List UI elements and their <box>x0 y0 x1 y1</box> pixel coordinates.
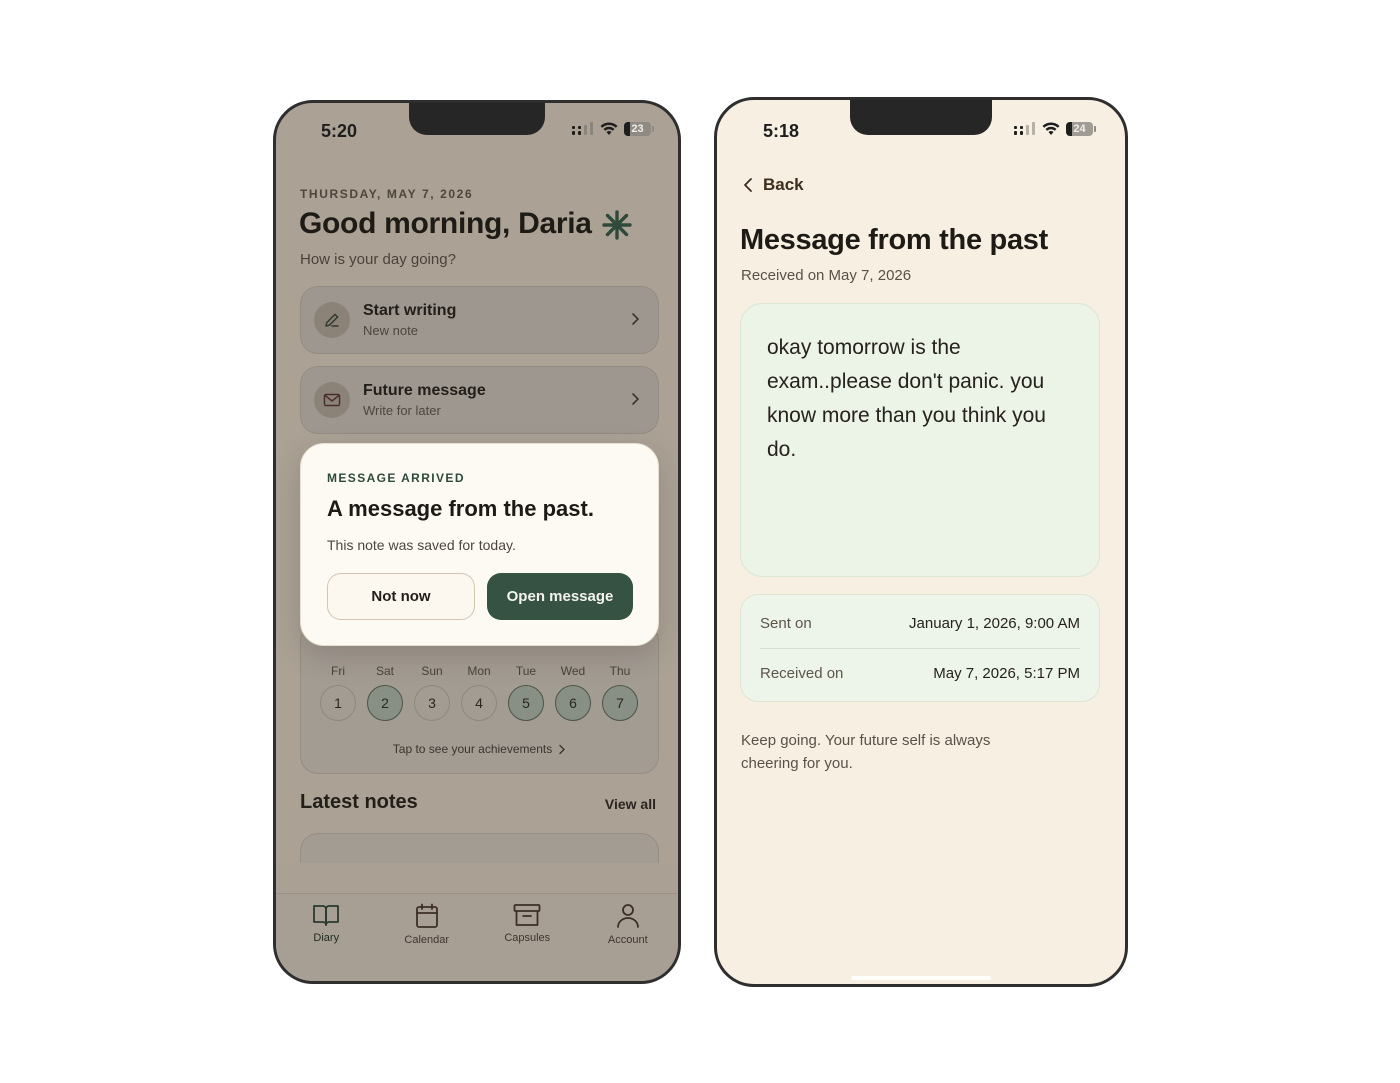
phone-home-screen: 5:20 23 THURSDAY, MAY 7, 2026 Good morni… <box>273 100 681 984</box>
greeting-text: Good morning, Daria <box>299 207 592 240</box>
status-icons: 24 <box>1014 122 1096 136</box>
page-title: Message from the past <box>740 224 1048 256</box>
notch <box>850 100 992 135</box>
week-day-circle-done: 2 <box>367 685 403 721</box>
received-on-value: May 7, 2026, 5:17 PM <box>933 665 1080 682</box>
week-day-name: Mon <box>467 664 491 678</box>
calendar-icon <box>415 903 438 928</box>
status-time: 5:18 <box>763 121 800 141</box>
cellular-signal-icon <box>572 122 593 135</box>
week-day[interactable]: Fri 1 <box>320 664 356 721</box>
tab-capsules-label: Capsules <box>504 932 551 944</box>
tab-calendar[interactable]: Calendar <box>377 894 478 981</box>
week-day[interactable]: Mon 4 <box>461 664 497 721</box>
achievements-link-label: Tap to see your achievements <box>392 742 553 756</box>
week-day[interactable]: Sat 2 <box>367 664 403 721</box>
week-day-name: Sat <box>375 664 394 678</box>
week-day-name: Wed <box>560 664 586 678</box>
tab-account-label: Account <box>607 934 648 946</box>
chevron-right-icon <box>632 313 640 325</box>
week-day-circle-done: 5 <box>508 685 544 721</box>
week-day[interactable]: Sun 3 <box>414 664 450 721</box>
phone-message-screen: 5:18 24 Back Message from the past Recei… <box>714 97 1128 987</box>
sent-on-value: January 1, 2026, 9:00 AM <box>909 614 1080 632</box>
future-message-subtitle: Write for later <box>363 403 441 418</box>
archive-box-icon <box>513 904 541 926</box>
message-meta-card: Sent on January 1, 2026, 9:00 AM Receive… <box>740 594 1100 702</box>
asterisk-icon <box>601 210 632 240</box>
battery-icon: 24 <box>1066 122 1096 136</box>
week-day-name: Thu <box>609 664 631 678</box>
status-time: 5:20 <box>321 121 358 141</box>
modal-eyebrow: MESSAGE ARRIVED <box>327 471 465 485</box>
tab-calendar-label: Calendar <box>404 934 450 946</box>
message-text: okay tomorrow is the exam..please don't … <box>767 336 1046 461</box>
not-now-button[interactable]: Not now <box>327 573 475 620</box>
week-day-name: Sun <box>421 664 443 678</box>
encouragement-text: Keep going. Your future self is always c… <box>741 732 991 772</box>
tab-capsules[interactable]: Capsules <box>477 894 578 981</box>
sent-on-row: Sent on January 1, 2026, 9:00 AM <box>760 598 1080 648</box>
received-subtitle: Received on May 7, 2026 <box>741 267 912 284</box>
achievements-link[interactable]: Tap to see your achievements <box>301 742 658 756</box>
envelope-icon <box>314 382 350 418</box>
modal-title: A message from the past. <box>327 496 594 521</box>
modal-body: This note was saved for today. <box>327 537 516 553</box>
notch <box>409 103 545 135</box>
week-day-circle: 3 <box>414 685 450 721</box>
message-card: okay tomorrow is the exam..please don't … <box>740 303 1100 577</box>
week-day[interactable]: Wed 6 <box>555 664 591 721</box>
future-message-title: Future message <box>363 382 486 399</box>
wifi-icon <box>1042 122 1060 135</box>
back-label: Back <box>763 175 804 194</box>
book-icon <box>313 905 340 926</box>
week-day-name: Fri <box>331 664 345 678</box>
sent-on-label: Sent on <box>760 614 812 632</box>
person-icon <box>616 904 639 928</box>
week-days: Fri 1 Sat 2 Sun 3 Mon 4 Tue 5 Wed 6 Thu 7 <box>320 664 638 721</box>
chevron-right-icon <box>632 393 640 405</box>
week-day[interactable]: Thu 7 <box>602 664 638 721</box>
chevron-right-icon <box>559 744 566 754</box>
tab-diary[interactable]: Diary <box>276 894 377 981</box>
cellular-signal-icon <box>1014 122 1035 135</box>
open-message-button[interactable]: Open message <box>487 573 633 620</box>
subgreeting: How is your day going? <box>300 251 456 268</box>
back-button[interactable]: Back <box>743 175 804 195</box>
received-on-row: Received on May 7, 2026, 5:17 PM <box>760 648 1080 698</box>
week-day-circle-done: 7 <box>602 685 638 721</box>
week-day-name: Tue <box>515 664 537 678</box>
start-writing-card[interactable]: Start writing New note <box>300 286 659 354</box>
wifi-icon <box>600 122 618 135</box>
battery-icon: 23 <box>624 122 654 136</box>
date-label: THURSDAY, MAY 7, 2026 <box>300 187 474 201</box>
week-day-circle-done: 6 <box>555 685 591 721</box>
tab-bar: Diary Calendar Capsules Account <box>276 893 678 981</box>
start-writing-subtitle: New note <box>363 323 418 338</box>
week-day-circle: 4 <box>461 685 497 721</box>
future-message-card[interactable]: Future message Write for later <box>300 366 659 434</box>
tab-diary-label: Diary <box>313 932 340 944</box>
received-on-label: Received on <box>760 665 844 682</box>
tab-account[interactable]: Account <box>578 894 679 981</box>
message-arrived-modal: MESSAGE ARRIVED A message from the past.… <box>300 443 659 646</box>
chevron-left-icon <box>744 178 752 192</box>
view-all-link[interactable]: View all <box>605 796 656 812</box>
week-day[interactable]: Tue 5 <box>508 664 544 721</box>
week-day-circle: 1 <box>320 685 356 721</box>
start-writing-title: Start writing <box>363 302 457 319</box>
status-icons: 23 <box>572 122 654 136</box>
home-indicator <box>851 976 991 980</box>
pencil-icon <box>314 302 350 338</box>
greeting-title: Good morning, Daria <box>299 207 632 241</box>
latest-notes-heading: Latest notes <box>300 791 418 813</box>
